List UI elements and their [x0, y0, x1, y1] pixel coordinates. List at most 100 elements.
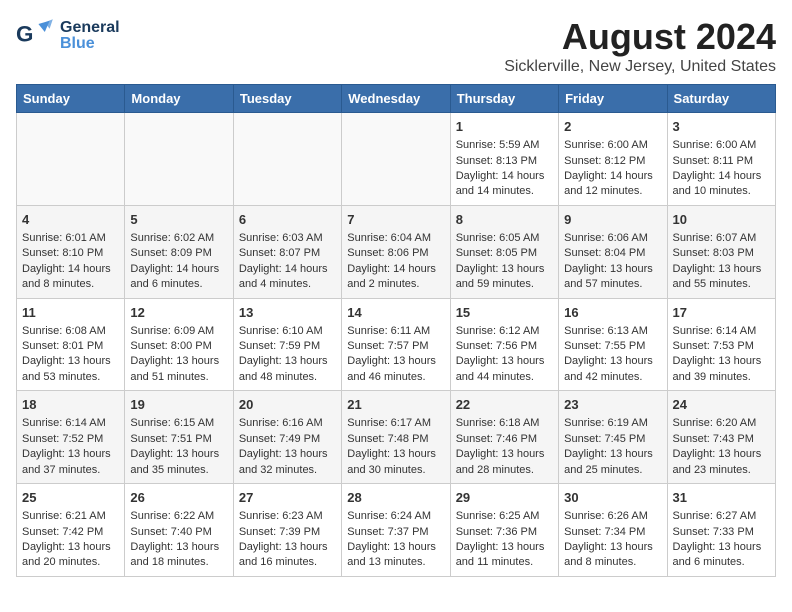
daylight-text: Daylight: 13 hours and 8 minutes. — [564, 541, 653, 568]
day-number: 22 — [456, 396, 553, 414]
calendar-cell: 15 Sunrise: 6:12 AMSunset: 7:56 PMDayligh… — [450, 298, 558, 391]
sunset-text: Sunset: 7:36 PM — [456, 526, 537, 538]
sunset-text: Sunset: 8:13 PM — [456, 155, 537, 167]
day-number: 21 — [347, 396, 444, 414]
sunset-text: Sunset: 7:45 PM — [564, 433, 645, 445]
daylight-text: Daylight: 13 hours and 23 minutes. — [673, 448, 762, 475]
day-number: 29 — [456, 489, 553, 507]
day-number: 31 — [673, 489, 770, 507]
sunset-text: Sunset: 7:37 PM — [347, 526, 428, 538]
sunrise-text: Sunrise: 6:00 AM — [673, 139, 757, 151]
day-number: 11 — [22, 304, 119, 322]
sunrise-text: Sunrise: 6:00 AM — [564, 139, 648, 151]
calendar-cell: 17Sunrise: 6:14 AMSunset: 7:53 PMDayligh… — [667, 298, 775, 391]
calendar-cell: 1 Sunrise: 5:59 AMSunset: 8:13 PMDaylight… — [450, 113, 558, 206]
header-cell-friday: Friday — [559, 85, 667, 113]
daylight-text: Daylight: 14 hours and 12 minutes. — [564, 170, 653, 197]
daylight-text: Daylight: 14 hours and 4 minutes. — [239, 263, 328, 290]
day-number: 3 — [673, 118, 770, 136]
header-cell-tuesday: Tuesday — [233, 85, 341, 113]
daylight-text: Daylight: 13 hours and 44 minutes. — [456, 355, 545, 382]
day-info: Sunrise: 6:20 AM Sunset: 7:43 PM Daylight:… — [673, 416, 770, 478]
sunrise-text: Sunrise: 6:27 AM — [673, 510, 757, 522]
day-info: Sunrise: 6:22 AMSunset: 7:40 PMDaylight:… — [130, 509, 227, 571]
day-number: 25 — [22, 489, 119, 507]
sunset-text: Sunset: 7:51 PM — [130, 433, 211, 445]
sunrise-text: Sunrise: 6:06 AM — [564, 232, 648, 244]
calendar-cell: 11Sunrise: 6:08 AMSunset: 8:01 PMDayligh… — [17, 298, 125, 391]
sunset-text: Sunset: 8:05 PM — [456, 247, 537, 259]
sunrise-text: Sunrise: 6:13 AM — [564, 325, 648, 337]
day-number: 17 — [673, 304, 770, 322]
day-number: 12 — [130, 304, 227, 322]
day-number: 19 — [130, 396, 227, 414]
header-cell-wednesday: Wednesday — [342, 85, 450, 113]
calendar-cell: 5Sunrise: 6:02 AMSunset: 8:09 PMDaylight… — [125, 205, 233, 298]
day-info: Sunrise: 6:11 AM Sunset: 7:57 PM Daylight:… — [347, 324, 444, 386]
day-number: 24 — [673, 396, 770, 414]
sunset-text: Sunset: 8:10 PM — [22, 247, 103, 259]
calendar-header: SundayMondayTuesdayWednesdayThursdayFrid… — [17, 85, 776, 113]
calendar-cell: 28Sunrise: 6:24 AMSunset: 7:37 PMDayligh… — [342, 484, 450, 577]
day-number: 4 — [22, 211, 119, 229]
calendar-cell — [233, 113, 341, 206]
day-info: Sunrise: 6:09 AMSunset: 8:00 PMDaylight:… — [130, 324, 227, 386]
daylight-text: Daylight: 13 hours and 46 minutes. — [347, 355, 436, 382]
day-number: 18 — [22, 396, 119, 414]
day-info: Sunrise: 6:15 AMSunset: 7:51 PMDaylight:… — [130, 416, 227, 478]
daylight-text: Daylight: 13 hours and 53 minutes. — [22, 355, 111, 382]
sunset-text: Sunset: 7:40 PM — [130, 526, 211, 538]
sunset-text: Sunset: 8:06 PM — [347, 247, 428, 259]
sunrise-text: Sunrise: 6:26 AM — [564, 510, 648, 522]
day-info: Sunrise: 6:27 AMSunset: 7:33 PMDaylight:… — [673, 509, 770, 571]
calendar-cell: 14Sunrise: 6:11 AMSunset: 7:57 PMDayligh… — [342, 298, 450, 391]
sunrise-text: Sunrise: 6:22 AM — [130, 510, 214, 522]
sunrise-text: Sunrise: 6:14 AM — [673, 325, 757, 337]
calendar-cell: 22 Sunrise: 6:18 AMSunset: 7:46 PMDayligh… — [450, 391, 558, 484]
calendar-cell — [342, 113, 450, 206]
calendar-cell: 29 Sunrise: 6:25 AM Sunset: 7:36 PM Dayligh… — [450, 484, 558, 577]
sunset-text: Sunset: 8:11 PM — [673, 155, 754, 167]
calendar-cell: 30Sunrise: 6:26 AMSunset: 7:34 PMDayligh… — [559, 484, 667, 577]
day-number: 20 — [239, 396, 336, 414]
day-info: Sunrise: 6:19 AMSunset: 7:45 PMDaylight:… — [564, 416, 661, 478]
sunrise-text: Sunrise: 6:25 AM — [456, 510, 540, 522]
day-number: 8 — [456, 211, 553, 229]
calendar-week-0: 1 Sunrise: 5:59 AMSunset: 8:13 PMDaylight… — [17, 113, 776, 206]
daylight-text: Daylight: 13 hours and 11 minutes. — [456, 541, 545, 568]
calendar-cell: 8Sunrise: 6:05 AMSunset: 8:05 PMDaylight… — [450, 205, 558, 298]
sunrise-text: Sunrise: 6:11 AM — [347, 325, 430, 337]
sunrise-text: Sunrise: 6:02 AM — [130, 232, 214, 244]
day-number: 30 — [564, 489, 661, 507]
sunrise-text: Sunrise: 6:16 AM — [239, 417, 323, 429]
calendar-week-2: 11Sunrise: 6:08 AMSunset: 8:01 PMDayligh… — [17, 298, 776, 391]
day-info: Sunrise: 6:21 AMSunset: 7:42 PMDaylight:… — [22, 509, 119, 571]
day-info: Sunrise: 5:59 AMSunset: 8:13 PMDaylight:… — [456, 138, 553, 200]
day-info: Sunrise: 6:01 AMSunset: 8:10 PMDaylight:… — [22, 231, 119, 293]
day-number: 15 — [456, 304, 553, 322]
day-info: Sunrise: 6:12 AMSunset: 7:56 PMDaylight:… — [456, 324, 553, 386]
daylight-text: Daylight: 13 hours and 57 minutes. — [564, 263, 653, 290]
sunset-text: Sunset: 7:43 PM — [673, 433, 754, 445]
calendar-cell: 10Sunrise: 6:07 AMSunset: 8:03 PMDayligh… — [667, 205, 775, 298]
daylight-text: Daylight: 13 hours and 39 minutes. — [673, 355, 762, 382]
calendar-cell: 27Sunrise: 6:23 AMSunset: 7:39 PMDayligh… — [233, 484, 341, 577]
page-header: G General Blue August 2024 Sicklerville,… — [16, 16, 776, 76]
daylight-text: Daylight: 13 hours and 37 minutes. — [22, 448, 111, 475]
day-number: 23 — [564, 396, 661, 414]
day-number: 28 — [347, 489, 444, 507]
calendar-cell: 20Sunrise: 6:16 AMSunset: 7:49 PMDayligh… — [233, 391, 341, 484]
sunrise-text: Sunrise: 6:05 AM — [456, 232, 540, 244]
calendar-cell: 25 Sunrise: 6:21 AMSunset: 7:42 PMDayligh… — [17, 484, 125, 577]
sunrise-text: Sunrise: 6:20 AM — [673, 417, 757, 429]
day-number: 1 — [456, 118, 553, 136]
daylight-text: Daylight: 13 hours and 35 minutes. — [130, 448, 219, 475]
sunrise-text: Sunrise: 6:08 AM — [22, 325, 106, 337]
sunrise-text: Sunrise: 6:07 AM — [673, 232, 757, 244]
sunset-text: Sunset: 8:04 PM — [564, 247, 645, 259]
calendar-cell: 26Sunrise: 6:22 AMSunset: 7:40 PMDayligh… — [125, 484, 233, 577]
sunset-text: Sunset: 7:57 PM — [347, 340, 428, 352]
day-info: Sunrise: 6:18 AMSunset: 7:46 PMDaylight:… — [456, 416, 553, 478]
calendar-cell — [125, 113, 233, 206]
subtitle: Sicklerville, New Jersey, United States — [504, 58, 776, 76]
